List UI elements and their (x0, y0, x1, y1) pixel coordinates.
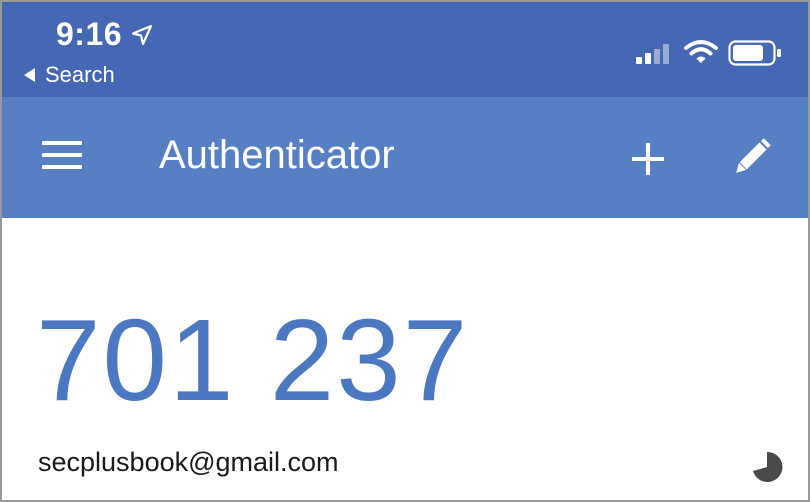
account-email: secplusbook@gmail.com (38, 447, 339, 477)
app-title: Authenticator (159, 133, 395, 177)
cellular-signal-icon (636, 44, 669, 64)
back-to-search-link[interactable]: Search (24, 62, 115, 88)
app-bar: Authenticator (2, 97, 808, 218)
hamburger-menu-icon[interactable] (42, 141, 84, 171)
back-triangle-icon (24, 68, 35, 82)
plus-icon[interactable] (630, 141, 666, 177)
battery-icon (728, 40, 781, 66)
pencil-icon[interactable] (728, 135, 774, 181)
account-entry[interactable]: 701 237 secplusbook@gmail.com (2, 218, 808, 500)
back-link-label: Search (45, 62, 115, 87)
location-arrow-icon (131, 24, 153, 46)
wifi-icon (684, 40, 718, 63)
status-time: 9:16 (56, 16, 123, 52)
phone-screen: 9:16 Search Authenticator 701 237 secplu… (0, 0, 810, 502)
otp-code: 701 237 (36, 295, 470, 425)
status-bar: 9:16 Search (2, 2, 808, 97)
countdown-pie-icon (753, 451, 783, 482)
